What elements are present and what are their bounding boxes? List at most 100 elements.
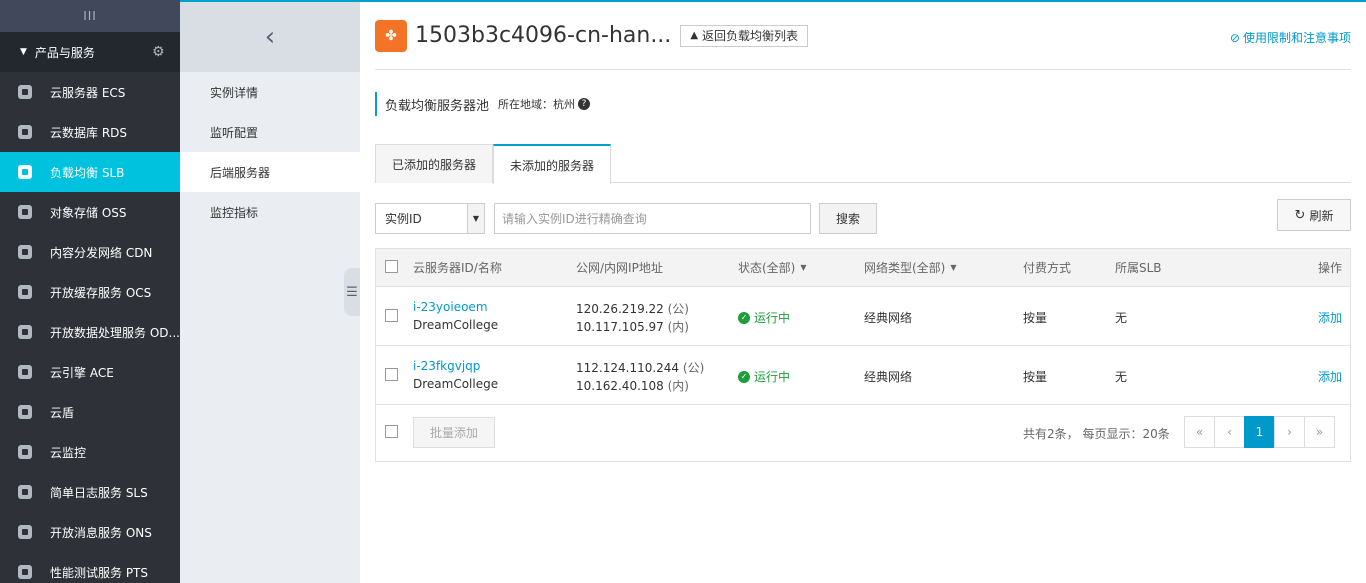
refresh-label: 刷新 [1309,208,1334,223]
table-row: i-23yoieoem DreamCollege 120.26.219.22 (… [376,286,1350,345]
sidebar-item-slb[interactable]: 负载均衡 SLB [0,152,180,192]
sidebar-item-label: 云监控 [50,445,87,460]
add-server-link[interactable]: 添加 [1318,368,1342,385]
collapse-menu-icon[interactable]: ☰ [344,268,360,316]
instance-name: DreamCollege [413,377,499,391]
instance-id-link[interactable]: i-23yoieoem [413,300,488,314]
check-circle-icon: ✓ [738,311,750,324]
public-ip-value: 112.124.110.244 [576,361,680,375]
sidebar-item-label: 云数据库 RDS [50,125,128,140]
sidebar-item-label: 性能测试服务 PTS [50,565,148,580]
sidebar-item-odps[interactable]: 开放数据处理服务 OD... [0,312,180,352]
private-ip: 10.117.105.97 (内) [576,318,689,335]
paperclip-icon: ⊘ [1229,31,1240,45]
sidebar-item-label: 云服务器 ECS [50,85,126,100]
header-status-label: 状态(全部) [738,261,796,275]
sidebar-item-cdn[interactable]: 内容分发网络 CDN [0,232,180,272]
private-ip-tag: (内) [667,320,689,334]
sidebar-item-ecs[interactable]: 云服务器 ECS [0,72,180,112]
page-button-current[interactable]: 1 [1244,416,1275,448]
public-ip: 112.124.110.244 (公) [576,359,704,376]
sidebar-toggle[interactable]: III [0,0,180,32]
status-label: 运行中 [754,370,791,384]
sidebar-item-ace[interactable]: 云引擎 ACE [0,352,180,392]
select-all-checkbox[interactable] [385,260,398,273]
help-icon[interactable]: ? [578,98,591,110]
log-icon [18,485,32,499]
instance-name: DreamCollege [413,318,499,332]
header-network-label: 网络类型(全部) [864,261,946,275]
row-checkbox[interactable] [385,368,398,381]
toolbar: 实例ID ▼ 搜索 ↻ 刷新 [375,199,1351,235]
ecs-icon [18,85,32,99]
sidebar-item-rds[interactable]: 云数据库 RDS [0,112,180,152]
sidebar-item-monitor[interactable]: 云监控 [0,432,180,472]
next-page-button[interactable]: › [1274,416,1305,448]
slb-value: 无 [1115,311,1128,325]
sub-navigation: ‹ 实例详情 监听配置 后端服务器 监控指标 [180,2,360,583]
section-title: 负载均衡服务器池 [385,98,490,114]
last-page-button[interactable]: » [1304,416,1335,448]
select-all-footer-checkbox[interactable] [385,425,398,438]
subnav-item-listeners[interactable]: 监听配置 [180,112,360,152]
sidebar-item-label: 云盾 [50,405,75,420]
header-billing: 付费方式 [1023,261,1072,275]
region-label: 所在地域：杭州 [498,98,576,111]
table-header: 云服务器ID/名称 公网/内网IP地址 状态(全部) ▼ 网络类型(全部) ▼ 付费… [376,249,1350,286]
sidebar-item-ocs[interactable]: 开放缓存服务 OCS [0,272,180,312]
sidebar-item-label: 内容分发网络 CDN [50,245,153,260]
sidebar-item-label: 开放缓存服务 OCS [50,285,152,300]
first-page-button[interactable]: « [1184,416,1215,448]
sidebar-item-ons[interactable]: 开放消息服务 ONS [0,512,180,552]
refresh-icon: ↻ [1294,207,1306,223]
status-badge: ✓ 运行中 [738,368,790,385]
monitor-icon [18,445,32,459]
sidebar-item-label: 开放数据处理服务 OD... [50,325,180,340]
ocs-icon [18,285,32,299]
gear-icon[interactable]: ⚙ [152,44,165,60]
back-to-list-label: 返回负载均衡列表 [702,29,799,43]
subnav-item-backend-servers[interactable]: 后端服务器 [180,152,360,192]
sidebar-item-oss[interactable]: 对象存储 OSS [0,192,180,232]
caret-down-icon: ▼ [800,263,807,272]
servers-table: 云服务器ID/名称 公网/内网IP地址 状态(全部) ▼ 网络类型(全部) ▼ 付费… [375,248,1351,462]
page-info: 共有2条， 每页显示：20条 [1023,427,1170,441]
sidebar-group-products[interactable]: ▼ 产品与服务 ⚙ [0,32,180,72]
sidebar: III ▼ 产品与服务 ⚙ 云服务器 ECS 云数据库 RDS 负载均衡 SLB… [0,0,180,583]
tab-unadded-servers[interactable]: 未添加的服务器 [493,144,612,184]
header-network[interactable]: 网络类型(全部) ▼ [864,259,957,276]
usage-limits-label: 使用限制和注意事项 [1242,31,1351,45]
search-field-select[interactable]: 实例ID ▼ [375,203,485,234]
sidebar-item-sls[interactable]: 简单日志服务 SLS [0,472,180,512]
sidebar-item-label: 简单日志服务 SLS [50,485,148,500]
tab-added-servers[interactable]: 已添加的服务器 [375,144,494,183]
row-checkbox[interactable] [385,309,398,322]
search-button[interactable]: 搜索 [819,203,877,234]
sidebar-item-label: 云引擎 ACE [50,365,114,380]
prev-page-button[interactable]: ‹ [1214,416,1245,448]
back-to-list-button[interactable]: ▲ 返回负载均衡列表 [680,24,809,47]
cdn-icon [18,245,32,259]
header-action: 操作 [1318,261,1343,275]
page-title: 1503b3c4096-cn-han... [415,23,672,48]
network-type: 经典网络 [864,311,913,325]
page-header: ✤ 1503b3c4096-cn-han... ▲ 返回负载均衡列表 ⊘ 使用限制… [375,2,1351,70]
instance-id-link[interactable]: i-23fkgvjqp [413,359,480,373]
sidebar-item-yundun[interactable]: 云盾 [0,392,180,432]
private-ip: 10.162.40.108 (内) [576,377,689,394]
public-ip-tag: (公) [682,361,705,375]
slb-logo-icon: ✤ [375,19,407,52]
header-status[interactable]: 状态(全部) ▼ [738,259,807,276]
refresh-button[interactable]: ↻ 刷新 [1277,199,1351,231]
private-ip-tag: (内) [667,379,689,393]
add-server-link[interactable]: 添加 [1318,309,1342,326]
subnav-item-instance-details[interactable]: 实例详情 [180,72,360,112]
odps-icon [18,325,32,339]
usage-limits-link[interactable]: ⊘ 使用限制和注意事项 [1230,29,1351,46]
dropdown-arrow-icon[interactable]: ▼ [467,204,484,233]
sidebar-item-pts[interactable]: 性能测试服务 PTS [0,552,180,583]
back-chevron-icon[interactable]: ‹ [180,2,360,72]
batch-add-button[interactable]: 批量添加 [413,417,495,448]
search-input[interactable] [494,203,811,234]
subnav-item-monitoring[interactable]: 监控指标 [180,192,360,232]
